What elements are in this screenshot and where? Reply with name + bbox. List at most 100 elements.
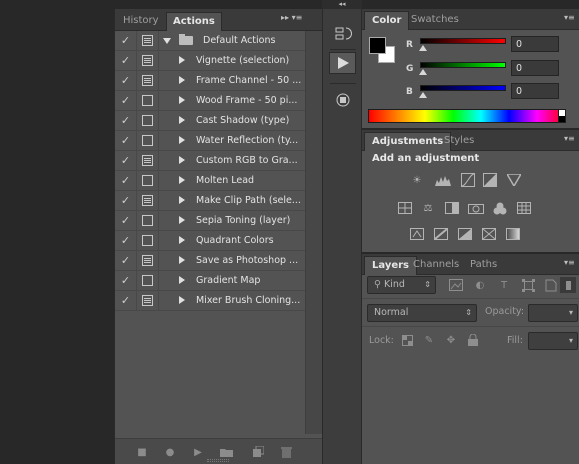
toggle-item-checkmark-icon[interactable]: ✓ [115,91,137,110]
toggle-item-checkmark-icon[interactable]: ✓ [115,251,137,270]
posterize-icon[interactable] [433,227,449,241]
toggle-item-checkmark-icon[interactable]: ✓ [115,191,137,210]
action-row[interactable]: ✓ Mixer Brush Cloning... [115,291,305,311]
lock-transparent-pixels-icon[interactable] [399,332,415,348]
dialog-toggle[interactable] [137,231,159,250]
toggle-item-checkmark-icon[interactable]: ✓ [115,291,137,310]
shape-layer-filter-icon[interactable] [520,277,536,293]
action-row[interactable]: ✓ Sepia Toning (layer) [115,211,305,231]
invert-icon[interactable] [409,227,425,241]
dialog-toggle[interactable] [137,131,159,150]
black-white-ramp[interactable] [558,109,566,123]
action-row[interactable]: ✓ Save as Photoshop ... [115,251,305,271]
dialog-toggle[interactable] [137,91,159,110]
toggle-item-checkmark-icon[interactable]: ✓ [115,51,137,70]
dialog-toggle[interactable] [137,171,159,190]
filter-toggle-switch[interactable] [560,277,576,293]
green-slider-thumb[interactable] [419,69,427,75]
dialog-toggle[interactable] [137,51,159,70]
exposure-icon[interactable] [482,173,498,187]
disclosure-collapsed-icon[interactable] [179,236,185,244]
collapse-panels-button[interactable]: ◂◂ [322,0,362,9]
adjustment-layer-filter-icon[interactable]: ◐ [472,277,488,293]
green-channel-slider[interactable] [420,62,506,68]
tab-swatches[interactable]: Swatches [404,11,466,30]
disclosure-collapsed-icon[interactable] [179,256,185,264]
blue-channel-slider[interactable] [420,85,506,91]
tab-styles[interactable]: Styles [437,132,481,151]
dialog-toggle[interactable] [137,211,159,230]
toggle-item-checkmark-icon[interactable]: ✓ [115,131,137,150]
action-row[interactable]: ✓ Wood Frame - 50 pi... [115,91,305,111]
hue-saturation-icon[interactable] [397,201,413,215]
action-row[interactable]: ✓ Frame Channel - 50 ... [115,71,305,91]
record-icon[interactable]: ● [163,446,177,458]
channel-mixer-icon[interactable] [492,201,508,215]
disclosure-collapsed-icon[interactable] [179,296,185,304]
vibrance-icon[interactable] [506,173,522,187]
tab-color[interactable]: Color [364,11,410,30]
blend-mode-select[interactable]: Normal ⇕ [367,304,477,322]
new-set-folder-icon[interactable] [219,446,233,458]
toggle-item-checkmark-icon[interactable]: ✓ [115,71,137,90]
disclosure-collapsed-icon[interactable] [179,56,185,64]
type-layer-filter-icon[interactable]: T [496,277,512,293]
opacity-input[interactable]: ▾ [528,304,578,322]
foreground-color-swatch[interactable] [369,37,386,54]
dialog-toggle[interactable] [137,151,159,170]
disclosure-collapsed-icon[interactable] [179,116,185,124]
action-row[interactable]: ✓ Make Clip Path (sele... [115,191,305,211]
brightness-contrast-icon[interactable]: ☀ [409,173,425,187]
panel-menu-icon[interactable]: ▾≡ [564,134,575,143]
photo-filter-icon[interactable] [468,201,484,215]
panel-menu-icon[interactable]: ▸▸ ▾≡ [281,13,302,22]
lock-all-icon[interactable] [465,332,481,348]
disclosure-collapsed-icon[interactable] [179,216,185,224]
disclosure-collapsed-icon[interactable] [179,96,185,104]
action-set-row[interactable]: ✓ Default Actions [115,31,305,51]
pixel-layer-filter-icon[interactable] [448,277,464,293]
dialog-toggle[interactable] [137,271,159,290]
disclosure-collapsed-icon[interactable] [179,156,185,164]
toggle-item-checkmark-icon[interactable]: ✓ [115,111,137,130]
tab-history[interactable]: History [117,12,165,31]
toggle-item-checkmark-icon[interactable]: ✓ [115,151,137,170]
disclosure-collapsed-icon[interactable] [179,176,185,184]
history-panel-icon[interactable] [329,23,356,45]
smart-object-filter-icon[interactable] [543,277,559,293]
fill-input[interactable]: ▾ [528,332,578,350]
action-row[interactable]: ✓ Custom RGB to Gra... [115,151,305,171]
panel-menu-icon[interactable]: ▾≡ [564,258,575,267]
color-spectrum-ramp[interactable] [368,109,566,123]
panel-menu-icon[interactable]: ▾≡ [564,13,575,22]
lock-image-pixels-icon[interactable]: ✎ [421,332,437,348]
dialog-toggle[interactable] [137,111,159,130]
toggle-item-checkmark-icon[interactable]: ✓ [115,231,137,250]
toggle-item-checkmark-icon[interactable]: ✓ [115,271,137,290]
action-row[interactable]: ✓ Gradient Map [115,271,305,291]
layer-filter-kind-select[interactable]: ⚲ Kind ⇕ [367,276,436,294]
layer-comps-icon[interactable] [329,89,356,111]
action-row[interactable]: ✓ Quadrant Colors [115,231,305,251]
dialog-toggle[interactable] [137,291,159,310]
action-row[interactable]: ✓ Cast Shadow (type) [115,111,305,131]
blue-slider-thumb[interactable] [419,92,427,98]
toggle-item-checkmark-icon[interactable]: ✓ [115,211,137,230]
toggle-item-checkmark-icon[interactable]: ✓ [115,31,137,50]
threshold-icon[interactable] [457,227,473,241]
stop-recording-icon[interactable]: ■ [135,446,149,458]
levels-icon[interactable] [435,173,451,187]
curves-icon[interactable] [460,173,476,187]
dialog-toggle[interactable] [137,31,159,50]
disclosure-expanded-icon[interactable] [163,38,171,44]
actions-scrollbar[interactable] [305,31,323,434]
color-balance-icon[interactable]: ⚖ [420,201,436,215]
black-white-icon[interactable] [444,201,460,215]
action-row[interactable]: ✓ Molten Lead [115,171,305,191]
red-slider-thumb[interactable] [419,45,427,51]
resize-grip[interactable] [207,459,229,462]
disclosure-collapsed-icon[interactable] [179,196,185,204]
green-value-input[interactable] [511,60,559,76]
tab-channels[interactable]: Channels [406,256,466,275]
tab-paths[interactable]: Paths [463,256,504,275]
